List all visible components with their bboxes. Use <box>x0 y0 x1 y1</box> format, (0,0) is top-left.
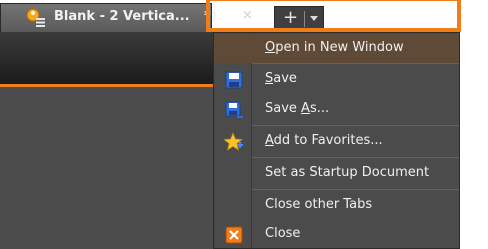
menu-item-set-startup[interactable]: Set as Startup Document <box>214 159 459 188</box>
tab-close-button[interactable]: × <box>242 8 253 23</box>
menu-item-label: Close other Tabs <box>265 197 373 212</box>
floppy-disk-icon <box>225 71 243 89</box>
menu-item-open-new-window[interactable]: Open in New Window <box>214 34 459 63</box>
menu-divider <box>252 157 459 158</box>
menu-item-label: Close <box>265 226 301 241</box>
tab-context-menu: Open in New Window Save Save As... Add t… <box>213 32 460 249</box>
tab-title: Blank - 2 Vertica... *) <box>54 9 217 24</box>
menu-divider <box>252 125 459 126</box>
tab-title-text: Blank - 2 Vertica... <box>54 9 190 24</box>
menu-item-save[interactable]: Save <box>214 65 459 94</box>
new-tab-button[interactable]: + <box>283 7 298 29</box>
chevron-down-icon[interactable] <box>310 16 318 21</box>
floppy-disk-saveas-icon <box>225 101 243 118</box>
menu-item-close-other-tabs[interactable]: Close other Tabs <box>214 191 459 220</box>
menu-item-save-as[interactable]: Save As... <box>214 95 459 124</box>
menu-item-label: Save <box>265 71 297 86</box>
controls-separator <box>304 11 305 27</box>
menu-item-label: Set as Startup Document <box>265 165 430 180</box>
menu-item-label: Save As... <box>265 101 330 116</box>
tab-controls: + <box>274 6 324 32</box>
menu-item-close[interactable]: Close <box>214 220 459 249</box>
close-x-icon <box>225 226 243 244</box>
star-add-icon <box>224 132 244 151</box>
menu-divider <box>252 63 459 64</box>
tab-title-suffix: *) <box>204 9 217 24</box>
page-margin <box>460 32 488 249</box>
document-people-icon <box>26 8 45 27</box>
menu-item-add-favorites[interactable]: Add to Favorites... <box>214 127 459 156</box>
menu-item-label: Open in New Window <box>265 40 404 55</box>
menu-item-label: Add to Favorites... <box>265 133 383 148</box>
menu-divider <box>252 189 459 190</box>
tab-strip: Blank - 2 Vertica... *) × + <box>0 0 488 32</box>
app-window: Blank - 2 Vertica... *) × + Open in New … <box>0 0 488 249</box>
